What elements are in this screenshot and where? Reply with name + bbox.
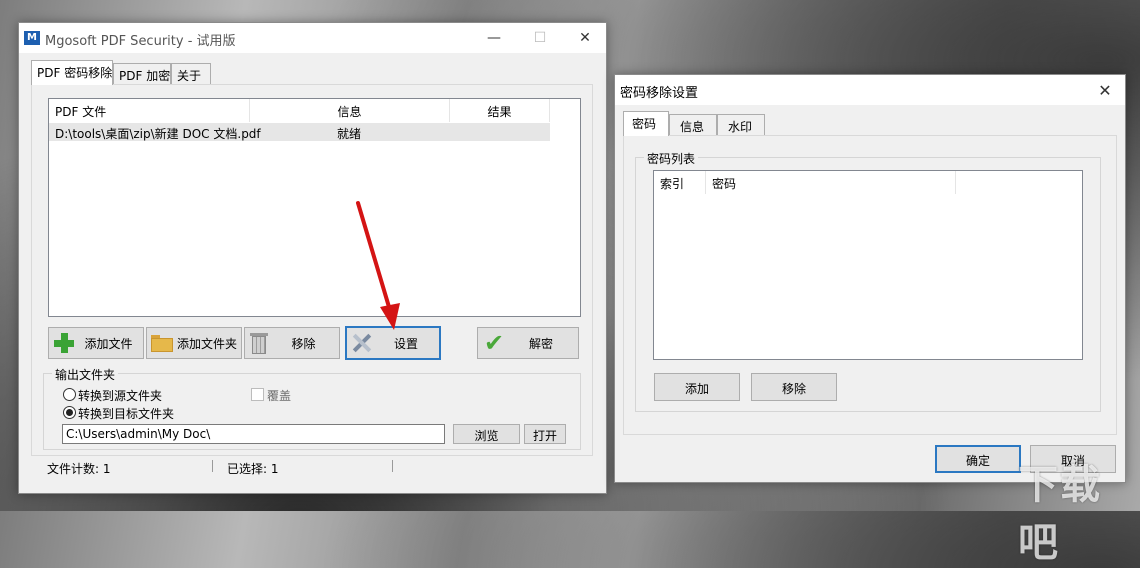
column-header-pdf-file[interactable]: PDF 文件 <box>49 99 250 122</box>
overwrite-checkbox[interactable] <box>251 388 264 401</box>
tab-about[interactable]: 关于 <box>171 63 211 85</box>
main-window-title: Mgosoft PDF Security - 试用版 <box>45 34 236 49</box>
column-header-result[interactable]: 结果 <box>450 99 550 122</box>
status-file-count: 文件计数: 1 <box>47 462 111 476</box>
trash-icon <box>250 332 268 354</box>
tab-watermark[interactable]: 水印 <box>717 114 765 136</box>
close-button[interactable]: ✕ <box>562 23 608 53</box>
decrypt-label: 解密 <box>529 336 554 351</box>
check-icon: ✔ <box>484 329 505 357</box>
add-file-label: 添加文件 <box>84 336 133 351</box>
add-folder-label: 添加文件夹 <box>176 336 237 351</box>
status-divider <box>212 460 213 472</box>
main-window: M Mgosoft PDF Security - 试用版 — ☐ ✕ PDF 密… <box>18 22 607 494</box>
open-button[interactable]: 打开 <box>524 424 566 444</box>
add-folder-button[interactable]: 添加文件夹 <box>146 327 242 359</box>
add-password-button[interactable]: 添加 <box>654 373 740 401</box>
password-list[interactable]: 索引 密码 <box>653 170 1083 360</box>
status-divider <box>392 460 393 472</box>
main-tab-strip: PDF 密码移除 PDF 加密 关于 <box>31 60 591 85</box>
dialog-title: 密码移除设置 <box>620 86 699 101</box>
password-list-legend: 密码列表 <box>644 150 699 167</box>
dialog-close-button[interactable]: ✕ <box>1085 75 1125 105</box>
radio-source-folder-label[interactable]: 转换到源文件夹 <box>78 387 162 404</box>
output-folder-legend: 输出文件夹 <box>52 366 119 383</box>
annotation-arrow-icon <box>356 201 400 330</box>
table-row[interactable]: D:\tools\桌面\zip\新建 DOC 文档.pdf 就绪 <box>49 123 550 141</box>
ok-button[interactable]: 确定 <box>935 445 1021 473</box>
remove-label: 移除 <box>291 336 316 351</box>
column-header-info[interactable]: 信息 <box>250 99 450 122</box>
remove-file-button[interactable]: 移除 <box>244 327 340 359</box>
minimize-button[interactable]: — <box>471 23 517 53</box>
overwrite-label[interactable]: 覆盖 <box>267 387 291 404</box>
remove-password-button[interactable]: 移除 <box>751 373 837 401</box>
add-file-button[interactable]: 添加文件 <box>48 327 144 359</box>
tab-pdf-encrypt[interactable]: PDF 加密 <box>113 63 171 85</box>
tab-password[interactable]: 密码 <box>623 111 669 136</box>
browse-button[interactable]: 浏览 <box>453 424 520 444</box>
password-remove-settings-dialog: 密码移除设置 ✕ 密码 信息 水印 密码列表 索引 密码 添加 移除 确定 取消 <box>614 74 1126 483</box>
status-selected: 已选择: 1 <box>227 462 279 476</box>
row-info-cell: 就绪 <box>337 127 362 141</box>
main-titlebar[interactable]: M Mgosoft PDF Security - 试用版 — ☐ ✕ <box>19 23 606 53</box>
dialog-tab-strip: 密码 信息 水印 <box>623 111 823 136</box>
tab-info[interactable]: 信息 <box>669 114 717 136</box>
folder-icon <box>151 334 173 352</box>
dialog-titlebar[interactable]: 密码移除设置 ✕ <box>615 75 1125 105</box>
pdf-file-list[interactable]: PDF 文件 信息 结果 D:\tools\桌面\zip\新建 DOC 文档.p… <box>48 98 581 317</box>
radio-target-folder[interactable] <box>63 406 76 419</box>
maximize-button[interactable]: ☐ <box>517 23 563 53</box>
row-file-cell: D:\tools\桌面\zip\新建 DOC 文档.pdf <box>55 127 261 141</box>
column-header-index[interactable]: 索引 <box>654 171 706 194</box>
column-header-password[interactable]: 密码 <box>706 171 956 194</box>
tab-pdf-password-remove[interactable]: PDF 密码移除 <box>31 60 113 85</box>
radio-source-folder[interactable] <box>63 388 76 401</box>
radio-target-folder-label[interactable]: 转换到目标文件夹 <box>78 405 174 422</box>
decrypt-button[interactable]: ✔ 解密 <box>477 327 579 359</box>
app-logo-icon: M <box>24 31 40 45</box>
plus-icon <box>54 333 74 353</box>
output-path-field[interactable]: C:\Users\admin\My Doc\ <box>62 424 445 444</box>
site-watermark: 下载吧 <box>1018 462 1102 566</box>
